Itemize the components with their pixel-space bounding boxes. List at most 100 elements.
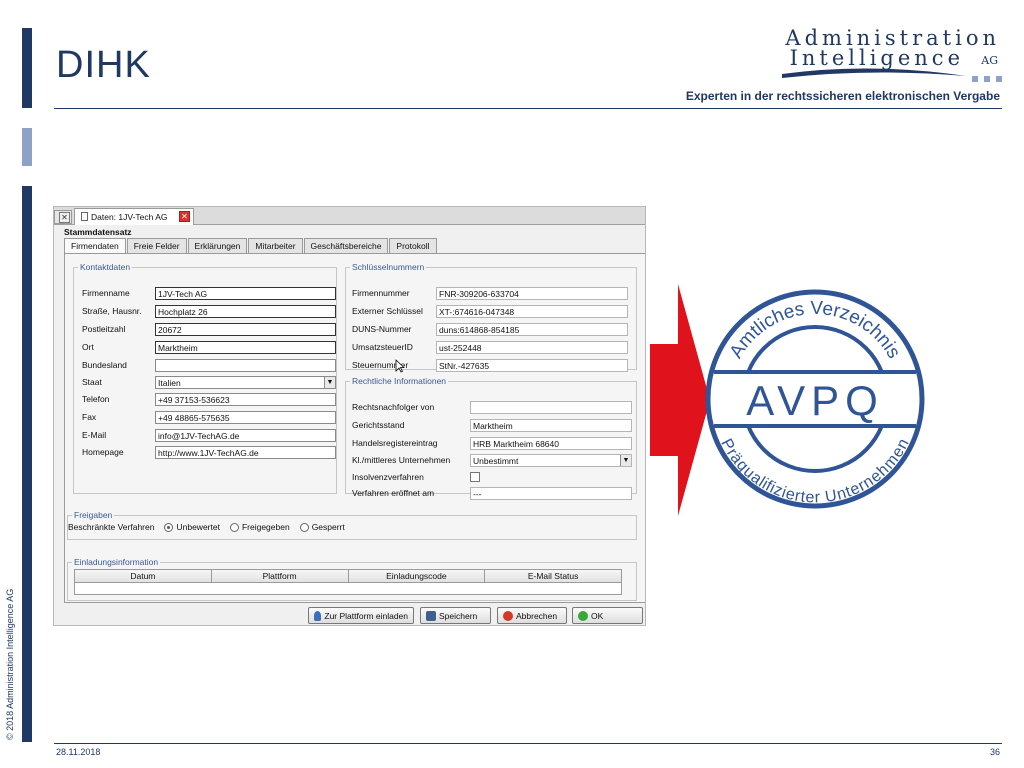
gerichtsstand-field[interactable]: Marktheim: [470, 419, 632, 432]
document-icon: [81, 212, 88, 221]
previous-document-tab[interactable]: ✕: [54, 210, 72, 224]
verfahren-eroeffnet-field[interactable]: ---: [470, 487, 632, 500]
firmennummer-field[interactable]: FNR-309206-633704: [436, 287, 628, 300]
duns-label: DUNS-Nummer: [352, 324, 412, 334]
radio-unbewertet[interactable]: Unbewertet: [164, 522, 220, 532]
radio-icon[interactable]: [299, 522, 309, 532]
chevron-down-icon[interactable]: ▼: [324, 377, 335, 388]
accent-bar-bottom: [22, 186, 32, 742]
strasse-field[interactable]: Hochplatz 26: [155, 305, 336, 318]
externer-schluessel-label: Externer Schlüssel: [352, 306, 423, 316]
cancel-button[interactable]: Abbrechen: [497, 607, 567, 624]
column-email-status[interactable]: E-Mail Status: [485, 570, 621, 582]
postleitzahl-row: Postleitzahl 20672: [82, 323, 336, 336]
unternehmensgroesse-label: Kl./mittleres Unternehmen: [352, 455, 451, 465]
column-plattform[interactable]: Plattform: [212, 570, 349, 582]
fax-row: Fax +49 48865-575635: [82, 411, 336, 424]
ort-field[interactable]: Marktheim: [155, 341, 336, 354]
kontaktdaten-group: Kontaktdaten Firmenname 1JV-Tech AG Stra…: [73, 262, 337, 494]
firmenname-row: Firmenname 1JV-Tech AG: [82, 287, 336, 300]
email-field[interactable]: info@1JV-TechAG.de: [155, 429, 336, 442]
freigaben-group: Freigaben Beschränkte Verfahren Unbewert…: [67, 510, 637, 540]
email-label: E-Mail: [82, 430, 107, 440]
firmennummer-label: Firmennummer: [352, 288, 410, 298]
duns-row: DUNS-Nummer duns:614868-854185: [352, 323, 634, 336]
radio-icon[interactable]: [229, 522, 239, 532]
postleitzahl-field[interactable]: 20672: [155, 323, 336, 336]
slide-title: DIHK: [56, 44, 151, 86]
tagline: Experten in der rechtssicheren elektroni…: [685, 89, 1000, 103]
radio-gesperrt-label: Gesperrt: [311, 522, 345, 532]
rechtliche-informationen-group: Rechtliche Informationen Rechtsnachfolge…: [345, 376, 637, 500]
firmenname-field[interactable]: 1JV-Tech AG: [155, 287, 336, 300]
staat-value: Italien: [158, 378, 181, 388]
save-button[interactable]: Speichern: [420, 607, 491, 624]
footer-date: 28.11.2018: [56, 747, 101, 757]
handelsregister-label: Handelsregistereintrag: [352, 438, 438, 448]
telefon-row: Telefon +49 37153-536623: [82, 393, 336, 406]
rechtsnachfolger-field[interactable]: [470, 401, 632, 414]
handelsregister-field[interactable]: HRB Marktheim 68640: [470, 437, 632, 450]
ort-label: Ort: [82, 342, 94, 352]
page-number: 36: [989, 747, 1000, 757]
homepage-row: Homepage http://www.1JV-TechAG.de: [82, 446, 336, 459]
fax-field[interactable]: +49 48865-575635: [155, 411, 336, 424]
radio-unbewertet-label: Unbewertet: [176, 522, 220, 532]
chevron-down-icon[interactable]: ▼: [620, 455, 631, 466]
tab-mitarbeiter[interactable]: Mitarbeiter: [248, 238, 303, 253]
strasse-label: Straße, Hausnr.: [82, 306, 142, 316]
fax-label: Fax: [82, 412, 97, 422]
accent-bar-top: [22, 28, 32, 108]
schluesselnummern-group: Schlüsselnummern Firmennummer FNR-309206…: [345, 262, 637, 372]
tab-erklaerungen[interactable]: Erklärungen: [187, 238, 248, 253]
tab-protokoll[interactable]: Protokoll: [389, 238, 437, 253]
telefon-label: Telefon: [82, 394, 110, 404]
tab-firmendaten[interactable]: Firmendaten: [64, 238, 126, 254]
user-icon: [314, 610, 322, 621]
close-icon[interactable]: ✕: [59, 212, 70, 223]
ustid-row: UmsatzsteuerID ust-252448: [352, 341, 634, 354]
externer-schluessel-row: Externer Schlüssel XT-:674616-047348: [352, 305, 634, 318]
document-tab-active[interactable]: Daten: 1JV-Tech AG ✕: [74, 208, 194, 225]
close-tab-icon[interactable]: ✕: [179, 211, 190, 222]
radio-freigegeben-label: Freigegeben: [241, 522, 290, 532]
duns-field[interactable]: duns:614868-854185: [436, 323, 628, 336]
logo-ag: AG: [981, 54, 998, 67]
firmennummer-row: Firmennummer FNR-309206-633704: [352, 287, 634, 300]
kontaktdaten-legend: Kontaktdaten: [80, 262, 131, 272]
externer-schluessel-field[interactable]: XT-:674616-047348: [436, 305, 628, 318]
column-datum[interactable]: Datum: [75, 570, 212, 582]
homepage-field[interactable]: http://www.1JV-TechAG.de: [155, 446, 336, 459]
bundesland-field[interactable]: [155, 359, 336, 372]
homepage-label: Homepage: [82, 447, 124, 457]
ustid-field[interactable]: ust-252448: [436, 341, 628, 354]
strasse-row: Straße, Hausnr. Hochplatz 26: [82, 305, 336, 318]
radio-freigegeben[interactable]: Freigegeben: [229, 522, 290, 532]
tab-geschaeftsbereiche[interactable]: Geschäftsbereiche: [303, 238, 389, 253]
einladungsinformation-group: Einladungsinformation Datum Plattform Ei…: [67, 557, 637, 601]
telefon-field[interactable]: +49 37153-536623: [155, 393, 336, 406]
gerichtsstand-label: Gerichtsstand: [352, 420, 405, 430]
column-einladungscode[interactable]: Einladungscode: [349, 570, 486, 582]
form-body: Kontaktdaten Firmenname 1JV-Tech AG Stra…: [64, 253, 645, 603]
tab-freie-felder[interactable]: Freie Felder: [126, 238, 187, 253]
radio-selected-icon[interactable]: [164, 522, 174, 532]
staat-row: Staat Italien ▼: [82, 376, 336, 389]
gerichtsstand-row: Gerichtsstand Marktheim: [352, 419, 634, 432]
verfahren-eroeffnet-label: Verfahren eröffnet am: [352, 488, 435, 498]
invite-platform-button[interactable]: Zur Plattform einladen: [308, 607, 414, 624]
rechtsnachfolger-row: Rechtsnachfolger von: [352, 401, 634, 414]
company-logo: Administration Intelligence AG: [780, 26, 1004, 84]
insolvenzverfahren-checkbox[interactable]: [470, 472, 480, 482]
staat-select[interactable]: Italien ▼: [155, 376, 336, 389]
unternehmensgroesse-select[interactable]: Unbestimmt ▼: [470, 454, 632, 467]
red-arrow-icon: [650, 284, 710, 516]
steuernummer-field[interactable]: StNr.-427635: [436, 359, 628, 372]
form-tabs: Firmendaten Freie Felder Erklärungen Mit…: [64, 238, 438, 254]
rechtliche-informationen-legend: Rechtliche Informationen: [352, 376, 447, 386]
radio-gesperrt[interactable]: Gesperrt: [299, 522, 345, 532]
rechtsnachfolger-label: Rechtsnachfolger von: [352, 402, 435, 412]
ok-button[interactable]: OK: [572, 607, 643, 624]
document-tab-strip: ✕ Daten: 1JV-Tech AG ✕: [54, 207, 645, 225]
ort-row: Ort Marktheim: [82, 341, 336, 354]
